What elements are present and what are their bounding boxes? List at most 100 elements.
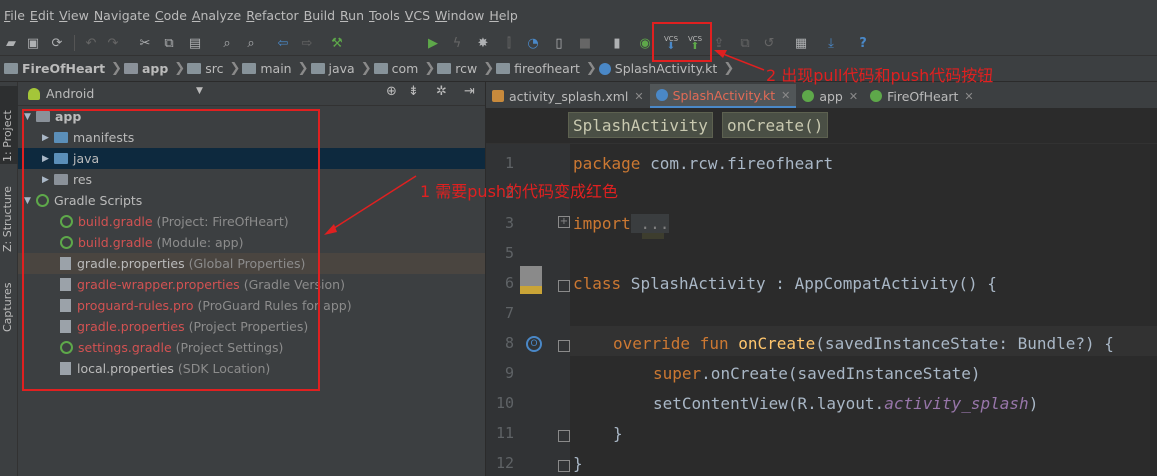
attach-debugger-icon[interactable]: ⫿ — [500, 34, 518, 52]
menu-vcs[interactable]: VCS — [405, 8, 430, 23]
breadcrumb-item[interactable]: rcw ❯ — [437, 61, 494, 76]
profile-icon[interactable]: ◔ — [524, 34, 542, 52]
sync-icon[interactable]: ⟳ — [48, 34, 66, 52]
tab-fireofheart[interactable]: FireOfHeart ✕ — [864, 84, 980, 108]
open-folder-icon[interactable]: ▰ — [2, 34, 20, 52]
code-text: com.rcw.fireofheart — [640, 154, 834, 173]
keyword: package — [573, 154, 641, 173]
folder-icon — [310, 63, 325, 74]
run-coverage-icon[interactable]: ▯ — [550, 34, 568, 52]
menu-window[interactable]: Window — [435, 8, 484, 23]
menu-edit[interactable]: Edit — [30, 8, 54, 23]
paste-icon[interactable]: ▤ — [186, 34, 204, 52]
project-tool-label[interactable]: 1: Project — [1, 110, 14, 162]
hide-icon[interactable]: ⇥ — [464, 84, 475, 99]
breadcrumb-label: fireofheart — [514, 61, 580, 76]
fold-icon[interactable] — [558, 460, 570, 472]
revert-icon[interactable]: ↺ — [760, 34, 778, 52]
project-view-select[interactable]: Android — [46, 86, 94, 101]
breadcrumb-item[interactable]: main ❯ — [242, 61, 309, 76]
debug-icon[interactable]: ✸ — [474, 34, 492, 52]
tab-label: activity_splash.xml — [509, 88, 629, 104]
close-icon[interactable]: ✕ — [634, 90, 643, 103]
annotation-box-project-files — [22, 109, 320, 391]
fold-expand-icon[interactable]: + — [558, 216, 570, 228]
undo-icon[interactable]: ↶ — [82, 34, 100, 52]
menu-analyze[interactable]: Analyze — [192, 8, 241, 23]
breadcrumb-item[interactable]: SplashActivity.kt ❯ — [598, 61, 734, 76]
push-icon[interactable]: ⇪ — [710, 34, 728, 52]
code-line-11[interactable]: } — [613, 424, 623, 443]
code-text: (savedInstanceState: Bundle?) { — [815, 334, 1114, 353]
close-icon[interactable]: ✕ — [781, 89, 790, 102]
line-number: 8 — [504, 334, 514, 352]
breadcrumb-item[interactable]: src ❯ — [187, 61, 240, 76]
code-line-8[interactable]: override fun onCreate(savedInstanceState… — [613, 334, 1114, 353]
menu-navigate[interactable]: Navigate — [94, 8, 150, 23]
annotation-text-1: 1 需要push的代码变成红色 — [420, 182, 619, 201]
close-icon[interactable]: ✕ — [849, 90, 858, 103]
code-line-12[interactable]: } — [573, 454, 583, 473]
breadcrumb-item[interactable]: FireOfHeart ❯ — [4, 61, 122, 76]
code-breadcrumbs: SplashActivity onCreate() — [486, 108, 1157, 144]
fold-icon[interactable] — [558, 430, 570, 442]
override-marker-icon[interactable]: O — [526, 336, 542, 352]
tab-app[interactable]: app ✕ — [796, 84, 864, 108]
settings-gear-icon[interactable]: ✲ — [436, 84, 447, 99]
breadcrumb-item[interactable]: app ❯ — [123, 61, 185, 76]
fold-icon[interactable] — [558, 340, 570, 352]
captures-tool-label[interactable]: Captures — [1, 283, 14, 332]
class-crumb[interactable]: SplashActivity — [568, 112, 713, 138]
menu-run[interactable]: Run — [340, 8, 364, 23]
chevron-down-icon[interactable]: ▼ — [196, 86, 203, 96]
project-structure-icon[interactable]: ▦ — [792, 34, 810, 52]
make-project-icon[interactable]: ⚒ — [328, 34, 346, 52]
device-file-icon[interactable]: ⤓ — [822, 34, 840, 52]
stop-icon[interactable]: ■ — [576, 34, 594, 52]
run-icon[interactable]: ▶ — [424, 34, 442, 52]
code-line-6[interactable]: class SplashActivity : AppCompatActivity… — [573, 274, 997, 293]
tab-splash-activity-kt[interactable]: SplashActivity.kt ✕ — [649, 84, 797, 108]
vcs-history-icon[interactable]: ⧉ — [736, 34, 754, 52]
menu-tools[interactable]: Tools — [369, 8, 400, 23]
code-line-9[interactable]: super.onCreate(savedInstanceState) — [653, 364, 981, 383]
apply-changes-icon[interactable]: ϟ — [448, 34, 466, 52]
save-icon[interactable]: ▣ — [24, 34, 42, 52]
breadcrumb-item[interactable]: fireofheart ❯ — [496, 61, 597, 76]
find-icon[interactable]: ⌕ — [218, 34, 236, 52]
code-line-1[interactable]: package com.rcw.fireofheart — [573, 154, 833, 173]
cut-icon[interactable]: ✂ — [136, 34, 154, 52]
menu-build[interactable]: Build — [304, 8, 335, 23]
tab-activity-splash-xml[interactable]: activity_splash.xml ✕ — [486, 84, 650, 108]
copy-icon[interactable]: ⧉ — [160, 34, 178, 52]
line-number: 7 — [504, 304, 514, 322]
line-number: 10 — [495, 394, 514, 412]
line-number: 6 — [504, 274, 514, 292]
breadcrumb-item[interactable]: java ❯ — [310, 61, 372, 76]
back-icon[interactable]: ⇦ — [274, 34, 292, 52]
help-icon[interactable]: ? — [854, 34, 872, 52]
class-gutter-icon[interactable] — [520, 266, 542, 294]
breadcrumb-separator: ❯ — [111, 61, 122, 76]
fold-icon[interactable] — [558, 280, 570, 292]
forward-icon[interactable]: ⇨ — [298, 34, 316, 52]
structure-tool-label[interactable]: Z: Structure — [1, 186, 14, 252]
menu-help[interactable]: Help — [489, 8, 518, 23]
method-crumb[interactable]: onCreate() — [722, 112, 829, 138]
avd-manager-icon[interactable]: ▮ — [608, 34, 626, 52]
menu-code[interactable]: Code — [155, 8, 187, 23]
menu-file[interactable]: File — [4, 8, 25, 23]
breadcrumb-item[interactable]: com ❯ — [373, 61, 435, 76]
code-line-10[interactable]: setContentView(R.layout.activity_splash) — [653, 394, 1038, 413]
menu-view[interactable]: View — [59, 8, 89, 23]
target-icon[interactable]: ⊕ — [386, 84, 397, 99]
code-line-3[interactable]: import ... — [573, 214, 670, 233]
menu-bar: File Edit View Navigate Code Analyze Ref… — [0, 0, 1157, 30]
folded-text: ... — [630, 214, 670, 233]
redo-icon[interactable]: ↷ — [104, 34, 122, 52]
menu-refactor[interactable]: Refactor — [246, 8, 298, 23]
collapse-icon[interactable]: ⇟ — [408, 84, 419, 99]
close-icon[interactable]: ✕ — [964, 90, 973, 103]
keyword: super — [653, 364, 702, 383]
replace-icon[interactable]: ⌕ — [242, 34, 260, 52]
